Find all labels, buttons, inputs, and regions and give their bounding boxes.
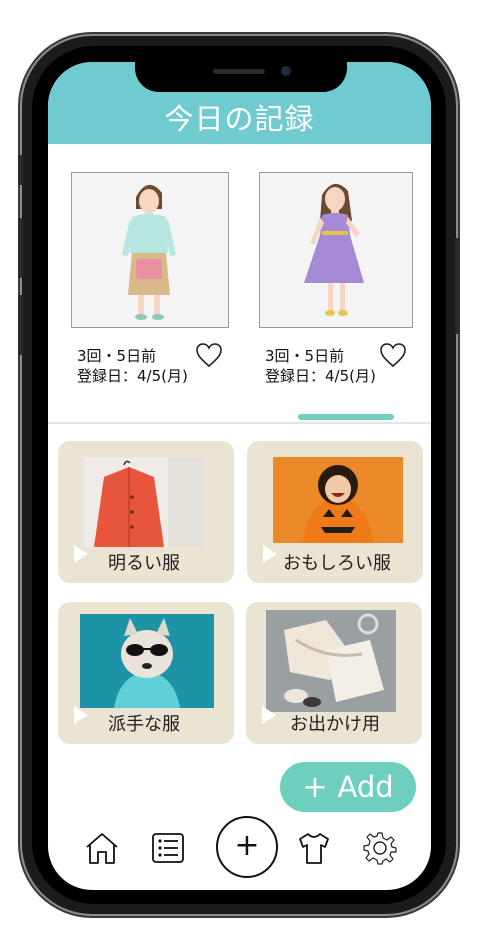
play-icon	[74, 545, 88, 563]
heart-icon[interactable]	[195, 342, 223, 368]
category-label-row: 明るい服	[58, 545, 234, 575]
silent-switch	[18, 155, 23, 185]
category-label: おもしろい服	[283, 553, 391, 574]
dog-sunglasses-photo	[80, 614, 214, 708]
woman-purple-dress-illustration	[304, 183, 364, 316]
speaker-grille	[213, 69, 265, 74]
play-icon	[263, 545, 277, 563]
page-title: 今日の記録	[164, 102, 315, 136]
heart-icon[interactable]	[379, 342, 407, 368]
category-label-row: おもしろい服	[247, 545, 423, 575]
add-button[interactable]: + Add	[280, 762, 416, 812]
category-label: お出かけ用	[290, 714, 380, 735]
add-button-label: Add	[337, 770, 394, 804]
record-meta: 3回・5日前 登録日：4/5(月)	[259, 343, 419, 386]
home-icon[interactable]	[84, 830, 120, 866]
category-label-row: 派手な服	[58, 706, 234, 736]
volume-up-button	[18, 218, 23, 278]
category-thumbnail	[273, 457, 403, 543]
white-outfit-flatlay-photo	[266, 610, 396, 712]
play-icon	[74, 706, 88, 724]
play-icon	[262, 706, 276, 724]
red-coat-photo	[84, 457, 204, 547]
volume-down-button	[18, 295, 23, 355]
registered-date: 登録日：4/5(月)	[77, 367, 188, 385]
category-thumbnail	[266, 610, 396, 712]
category-card[interactable]: 派手な服	[58, 602, 234, 744]
bottom-tab-bar: +	[48, 816, 431, 890]
tshirt-icon[interactable]	[296, 830, 332, 866]
plus-icon: +	[302, 770, 328, 805]
app-screen: 今日の記録 3回・5日前 登録日：4/5(月) 3回・5日前 登録日：4/5(月…	[48, 62, 431, 890]
woman-mint-top-illustration	[122, 184, 176, 320]
category-card[interactable]: おもしろい服	[247, 441, 423, 583]
outfit-photo[interactable]	[259, 172, 413, 328]
record-card[interactable]: 3回・5日前 登録日：4/5(月)	[71, 172, 231, 386]
section-divider	[48, 422, 431, 424]
carousel-indicator	[298, 414, 394, 420]
category-card[interactable]: 明るい服	[58, 441, 234, 583]
category-card[interactable]: お出かけ用	[246, 602, 422, 744]
pumpkin-costume-photo	[273, 457, 403, 543]
power-button	[455, 238, 460, 334]
notch	[135, 62, 347, 92]
category-label-row: お出かけ用	[246, 706, 422, 736]
create-record-button[interactable]: +	[216, 816, 278, 878]
record-meta: 3回・5日前 登録日：4/5(月)	[71, 343, 231, 386]
category-thumbnail	[80, 614, 214, 708]
outfit-photo[interactable]	[71, 172, 229, 328]
list-icon[interactable]	[150, 830, 186, 866]
gear-icon[interactable]	[362, 830, 398, 866]
registered-date: 登録日：4/5(月)	[265, 367, 376, 385]
category-label: 明るい服	[108, 553, 180, 574]
category-thumbnail	[84, 457, 204, 547]
category-label: 派手な服	[108, 714, 180, 735]
record-card[interactable]: 3回・5日前 登録日：4/5(月)	[259, 172, 419, 386]
front-camera	[281, 66, 291, 76]
